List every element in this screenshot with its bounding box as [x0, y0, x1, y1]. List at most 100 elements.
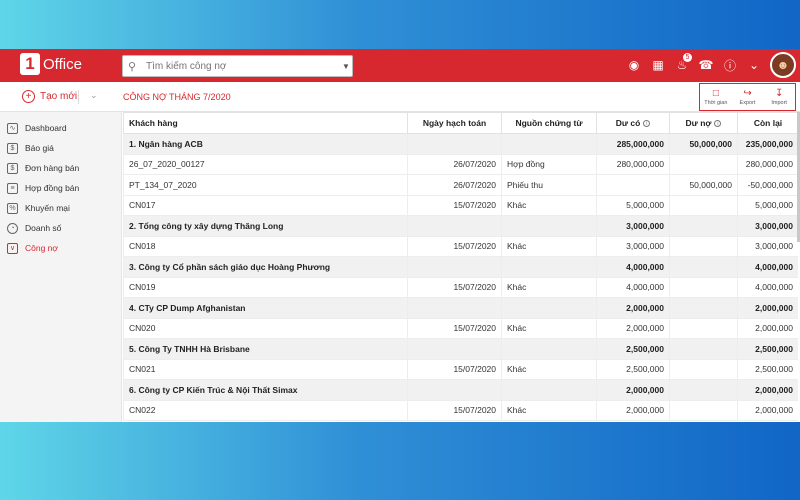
table-body: 1. Ngân hàng ACB 285,000,000 50,000,000 235… — [123, 133, 798, 421]
cell-debit — [669, 358, 738, 380]
cell-debit — [669, 338, 738, 360]
group-row[interactable]: 6. Công ty CP Kiến Trúc & Nội Thất Simax… — [123, 379, 798, 401]
cell-source: Phiếu thu — [501, 174, 597, 196]
sidebar-item-label: Hợp đồng bán — [25, 183, 80, 193]
order-icon: $ — [7, 162, 18, 174]
cell-remaining: 2,000,000 — [737, 399, 798, 421]
cell-credit: 2,500,000 — [596, 358, 670, 380]
help-icon[interactable]: ⓘ — [718, 52, 742, 78]
sidebar-item-quotes[interactable]: $ Báo giá — [0, 138, 121, 158]
table-row[interactable]: CN019 15/07/2020 Khác 4,000,000 4,000,000 — [123, 276, 798, 298]
cell-posting-date: 15/07/2020 — [407, 358, 502, 380]
logo[interactable]: 1 Office — [20, 53, 82, 75]
col-header-credit[interactable]: Dư có i — [596, 112, 670, 134]
cell-source: Khác — [501, 235, 597, 257]
cell-debit — [669, 194, 738, 216]
table-row[interactable]: PT_134_07_2020 26/07/2020 Phiếu thu 50,000,… — [123, 174, 798, 196]
cell-debit — [669, 256, 738, 278]
cell-remaining: 4,000,000 — [737, 276, 798, 298]
table-row[interactable]: CN020 15/07/2020 Khác 2,000,000 2,000,000 — [123, 317, 798, 339]
group-row[interactable]: 5. Công Ty TNHH Hà Brisbane 2,500,000 2,50… — [123, 338, 798, 360]
table-row[interactable]: CN021 15/07/2020 Khác 2,500,000 2,500,000 — [123, 358, 798, 380]
cell-credit — [596, 174, 670, 196]
globe-icon[interactable]: ◉ — [622, 52, 646, 78]
chevron-down-icon[interactable]: ⌄ — [742, 52, 766, 78]
group-row[interactable]: 4. CTy CP Dump Afghanistan 2,000,000 2,000… — [123, 297, 798, 319]
export-button[interactable]: ↪ Export — [732, 84, 764, 110]
cell-posting-date: 15/07/2020 — [407, 235, 502, 257]
sidebar-item-promotions[interactable]: % Khuyến mại — [0, 198, 121, 218]
table-row[interactable]: CN018 15/07/2020 Khác 3,000,000 3,000,000 — [123, 235, 798, 257]
cell-remaining: 3,000,000 — [737, 215, 798, 237]
cell-remaining: 235,000,000 — [737, 133, 798, 155]
col-header-debit-label: Dư nợ — [685, 118, 712, 128]
sidebar-item-label: Doanh số — [25, 223, 62, 233]
cell-remaining: 2,000,000 — [737, 379, 798, 401]
cell-credit: 4,000,000 — [596, 256, 670, 278]
col-header-posting-date[interactable]: Ngày hạch toán — [407, 112, 502, 134]
cell-source — [501, 338, 597, 360]
sidebar-item-dashboard[interactable]: ∿ Dashboard — [0, 118, 121, 138]
cell-source: Khác — [501, 276, 597, 298]
cell-credit: 2,000,000 — [596, 317, 670, 339]
cell-remaining: 4,000,000 — [737, 256, 798, 278]
cell-credit: 2,500,000 — [596, 338, 670, 360]
avatar[interactable]: ☻ — [770, 52, 796, 78]
cell-source — [501, 379, 597, 401]
group-row[interactable]: 3. Công ty Cổ phần sách giáo dục Hoàng P… — [123, 256, 798, 278]
cell-debit — [669, 379, 738, 401]
percent-icon: % — [7, 202, 18, 214]
table-row[interactable]: 26_07_2020_00127 26/07/2020 Hợp đồng 280,00… — [123, 153, 798, 175]
cell-remaining: 2,000,000 — [737, 317, 798, 339]
cell-debit — [669, 297, 738, 319]
cell-source: Khác — [501, 358, 597, 380]
cell-credit: 2,000,000 — [596, 379, 670, 401]
col-header-remaining[interactable]: Còn lại — [737, 112, 798, 134]
group-row[interactable]: 1. Ngân hàng ACB 285,000,000 50,000,000 235… — [123, 133, 798, 155]
search-input[interactable] — [144, 60, 340, 72]
cell-debit — [669, 399, 738, 421]
cell-credit: 2,000,000 — [596, 399, 670, 421]
group-row[interactable]: 2. Tổng công ty xây dựng Thăng Long 3,000… — [123, 215, 798, 237]
cell-remaining: 2,000,000 — [737, 297, 798, 319]
pie-icon: ◔ — [7, 222, 18, 234]
sidebar-item-debts[interactable]: ∨ Công nợ — [0, 238, 121, 258]
cell-customer: CN020 — [123, 317, 408, 339]
cell-debit: 50,000,000 — [669, 133, 738, 155]
cell-customer: CN018 — [123, 235, 408, 257]
time-filter-button[interactable]: □ Thời gian — [700, 84, 732, 110]
action-group: □ Thời gian ↪ Export ↧ Import — [699, 83, 796, 111]
sidebar-item-sales-orders[interactable]: $ Đơn hàng bán — [0, 158, 121, 178]
bell-icon[interactable]: ♨ 5 — [670, 52, 694, 78]
sidebar-item-revenue[interactable]: ◔ Doanh số — [0, 218, 121, 238]
col-header-customer[interactable]: Khách hàng — [123, 112, 408, 134]
col-header-source[interactable]: Nguồn chứng từ — [501, 112, 597, 134]
search-icon: ⚲ — [128, 60, 137, 73]
cell-posting-date — [407, 215, 502, 237]
table-row[interactable]: CN017 15/07/2020 Khác 5,000,000 5,000,000 — [123, 194, 798, 216]
divider — [78, 90, 79, 104]
search-box[interactable]: ⚲ ▼ — [122, 55, 353, 77]
chevron-down-icon[interactable]: ▼ — [340, 62, 352, 71]
info-icon[interactable]: i — [643, 120, 651, 128]
cell-debit — [669, 153, 738, 175]
cell-posting-date: 15/07/2020 — [407, 276, 502, 298]
table-row[interactable]: CN022 15/07/2020 Khác 2,000,000 2,000,000 — [123, 399, 798, 421]
headset-icon[interactable]: ☎ — [694, 52, 718, 78]
info-icon[interactable]: i — [714, 120, 722, 128]
cell-remaining: 280,000,000 — [737, 153, 798, 175]
sidebar-item-label: Công nợ — [25, 243, 58, 253]
col-header-debit[interactable]: Dư nợ i — [669, 112, 738, 134]
time-filter-label: Thời gian — [704, 99, 728, 106]
chevron-down-icon[interactable]: ⌄ — [90, 90, 98, 101]
cell-customer: 5. Công Ty TNHH Hà Brisbane — [123, 338, 408, 360]
cell-debit — [669, 276, 738, 298]
import-button[interactable]: ↧ Import — [763, 84, 795, 110]
sidebar-item-label: Báo giá — [25, 143, 54, 153]
cell-credit: 4,000,000 — [596, 276, 670, 298]
keyboard-icon[interactable]: ▦ — [646, 52, 670, 78]
sidebar-item-sales-contracts[interactable]: ≡ Hợp đồng bán — [0, 178, 121, 198]
sidebar-item-label: Đơn hàng bán — [25, 163, 80, 173]
create-new-button[interactable]: + Tạo mới — [22, 90, 77, 103]
cell-remaining: 2,500,000 — [737, 338, 798, 360]
